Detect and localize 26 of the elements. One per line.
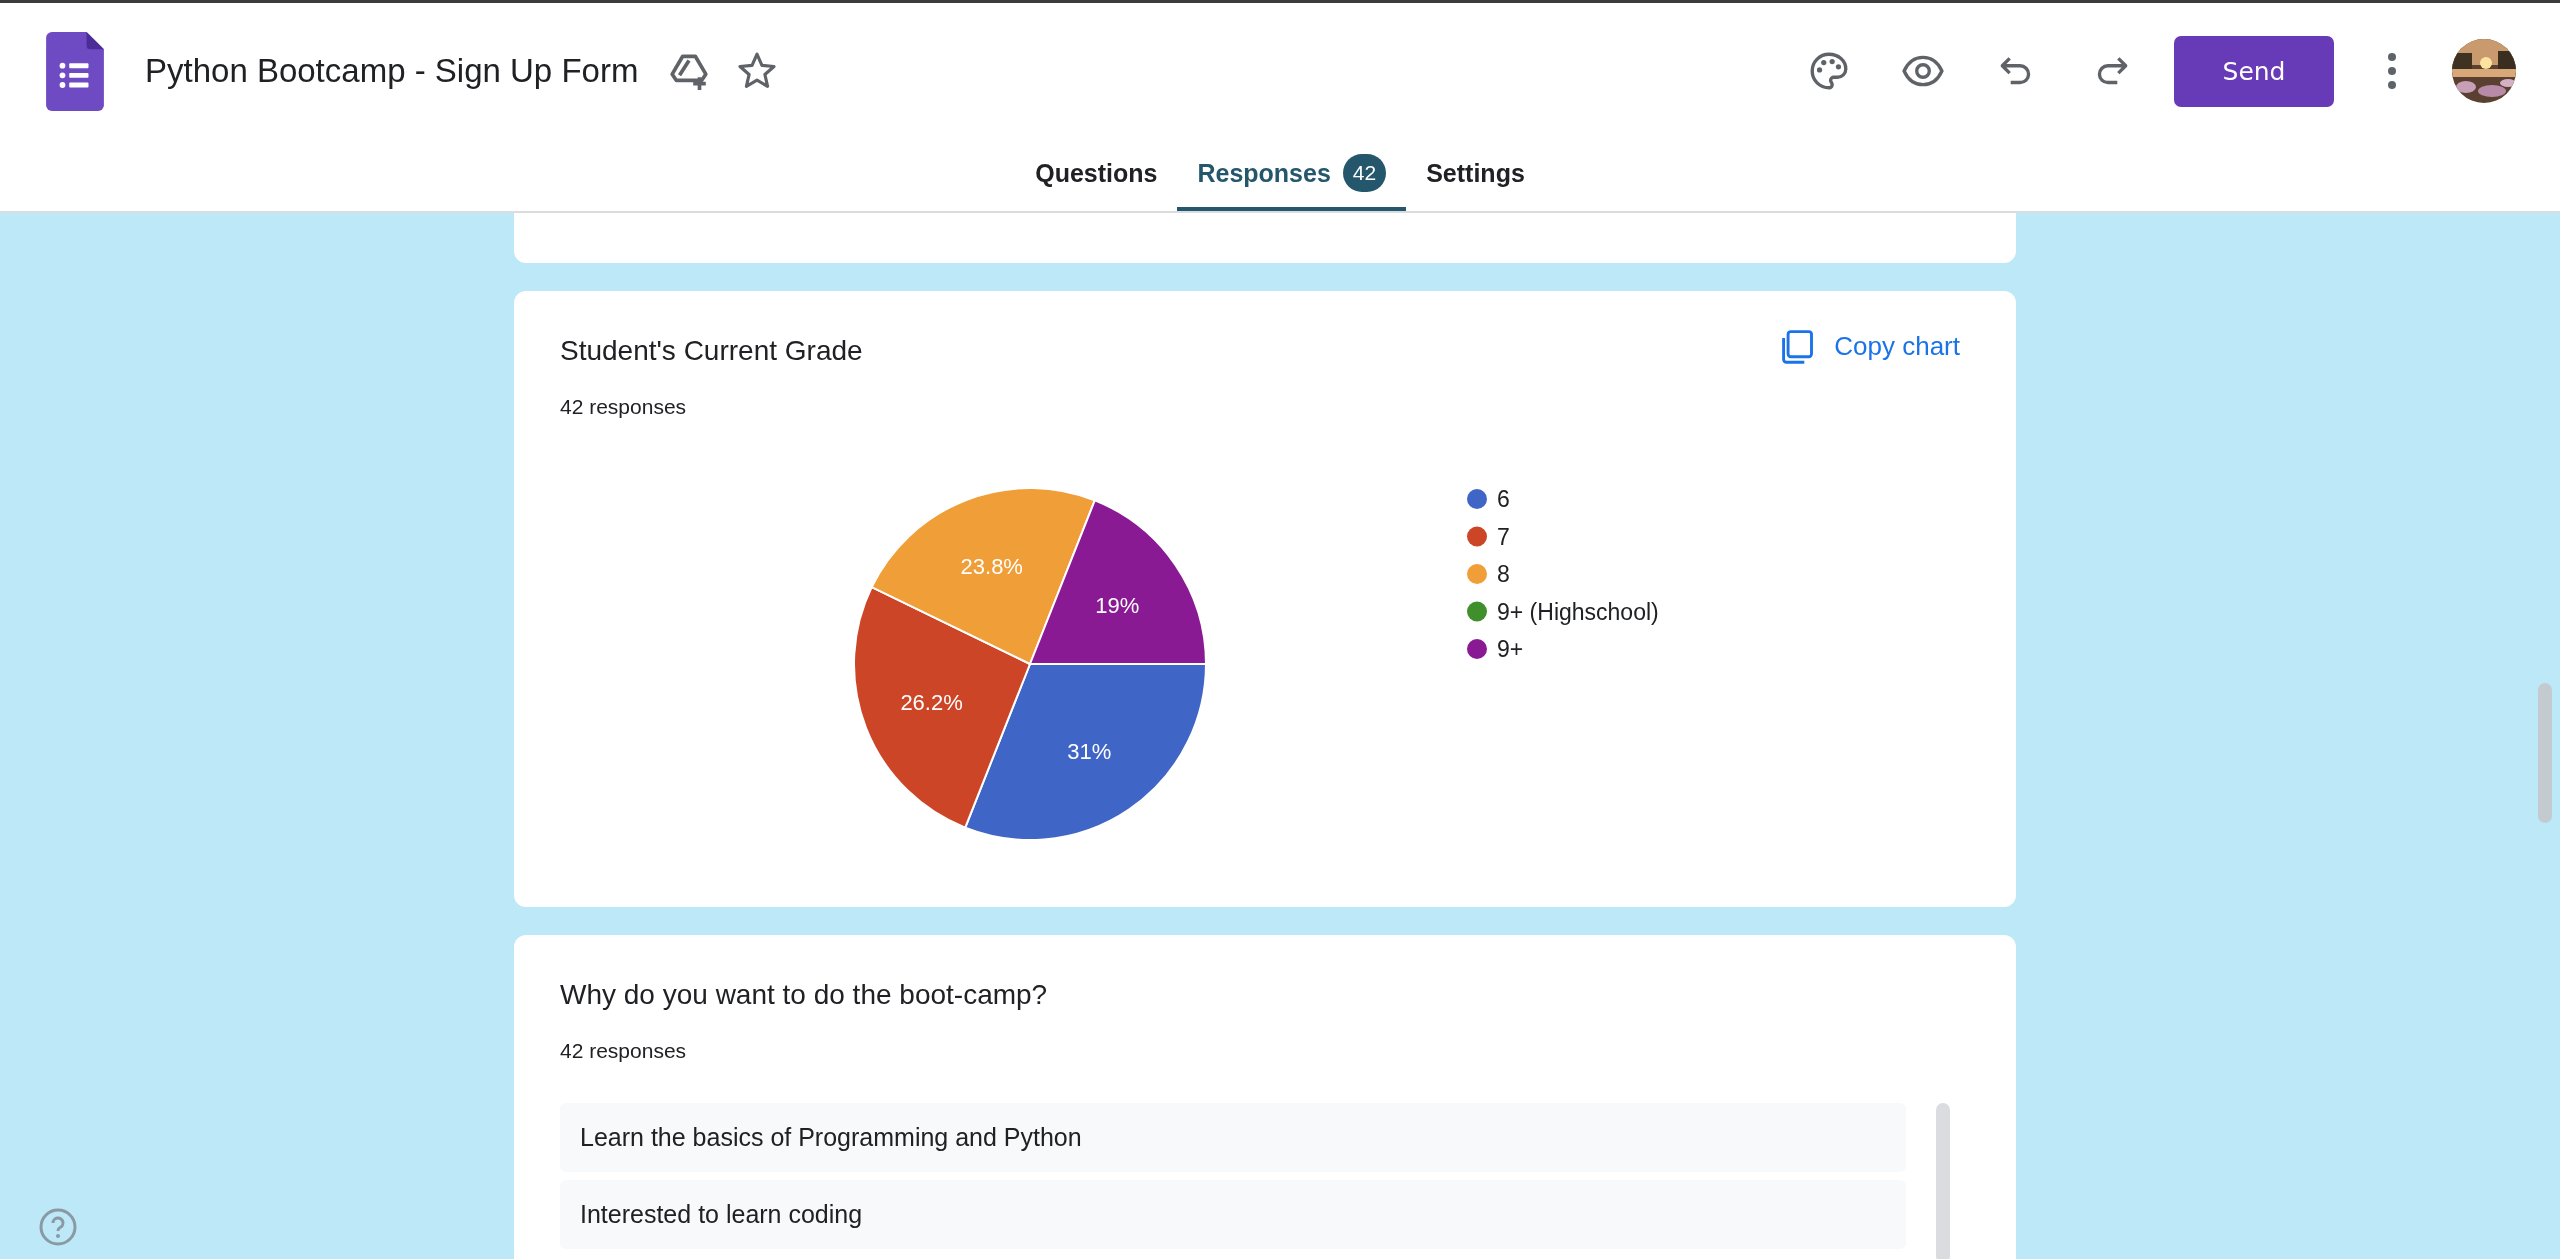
scrollbar[interactable]: [1936, 1103, 1950, 1259]
question-title: Student's Current Grade: [560, 335, 863, 367]
tab[interactable]: Questions: [1015, 139, 1178, 211]
legend-label: 7: [1497, 523, 1510, 550]
slice-label: 26.2%: [900, 690, 963, 716]
more-options-icon[interactable]: [2386, 51, 2398, 91]
question-title: Why do you want to do the boot-camp?: [560, 979, 1048, 1011]
legend-label: 9+: [1497, 636, 1524, 662]
scrollbar-thumb[interactable]: [2538, 683, 2552, 823]
count-badge: 42: [1342, 154, 1387, 192]
slice-label: 19%: [1095, 592, 1140, 618]
forms-logo-icon[interactable]: [46, 31, 104, 111]
response-count: 42 responses: [560, 395, 688, 419]
send-button[interactable]: Send: [2174, 35, 2334, 107]
legend-label: 8: [1497, 561, 1510, 587]
legend-label: 9+ (Highschool): [1497, 598, 1659, 625]
slice-label: 31%: [1067, 739, 1112, 765]
response-count: 42 responses: [560, 1039, 688, 1063]
document-title[interactable]: Python Bootcamp - Sign Up Form: [145, 52, 639, 90]
legend-label: 6: [1497, 486, 1510, 512]
tab[interactable]: Settings: [1406, 139, 1545, 211]
palette-icon[interactable]: [1808, 50, 1850, 92]
response-row: Learn the basics of Programming and Python: [560, 1103, 1906, 1172]
slice-label: 23.8%: [960, 553, 1023, 579]
copy-chart-button[interactable]: Copy chart: [1770, 327, 1970, 365]
response-row: Interested to learn coding: [560, 1180, 1906, 1249]
